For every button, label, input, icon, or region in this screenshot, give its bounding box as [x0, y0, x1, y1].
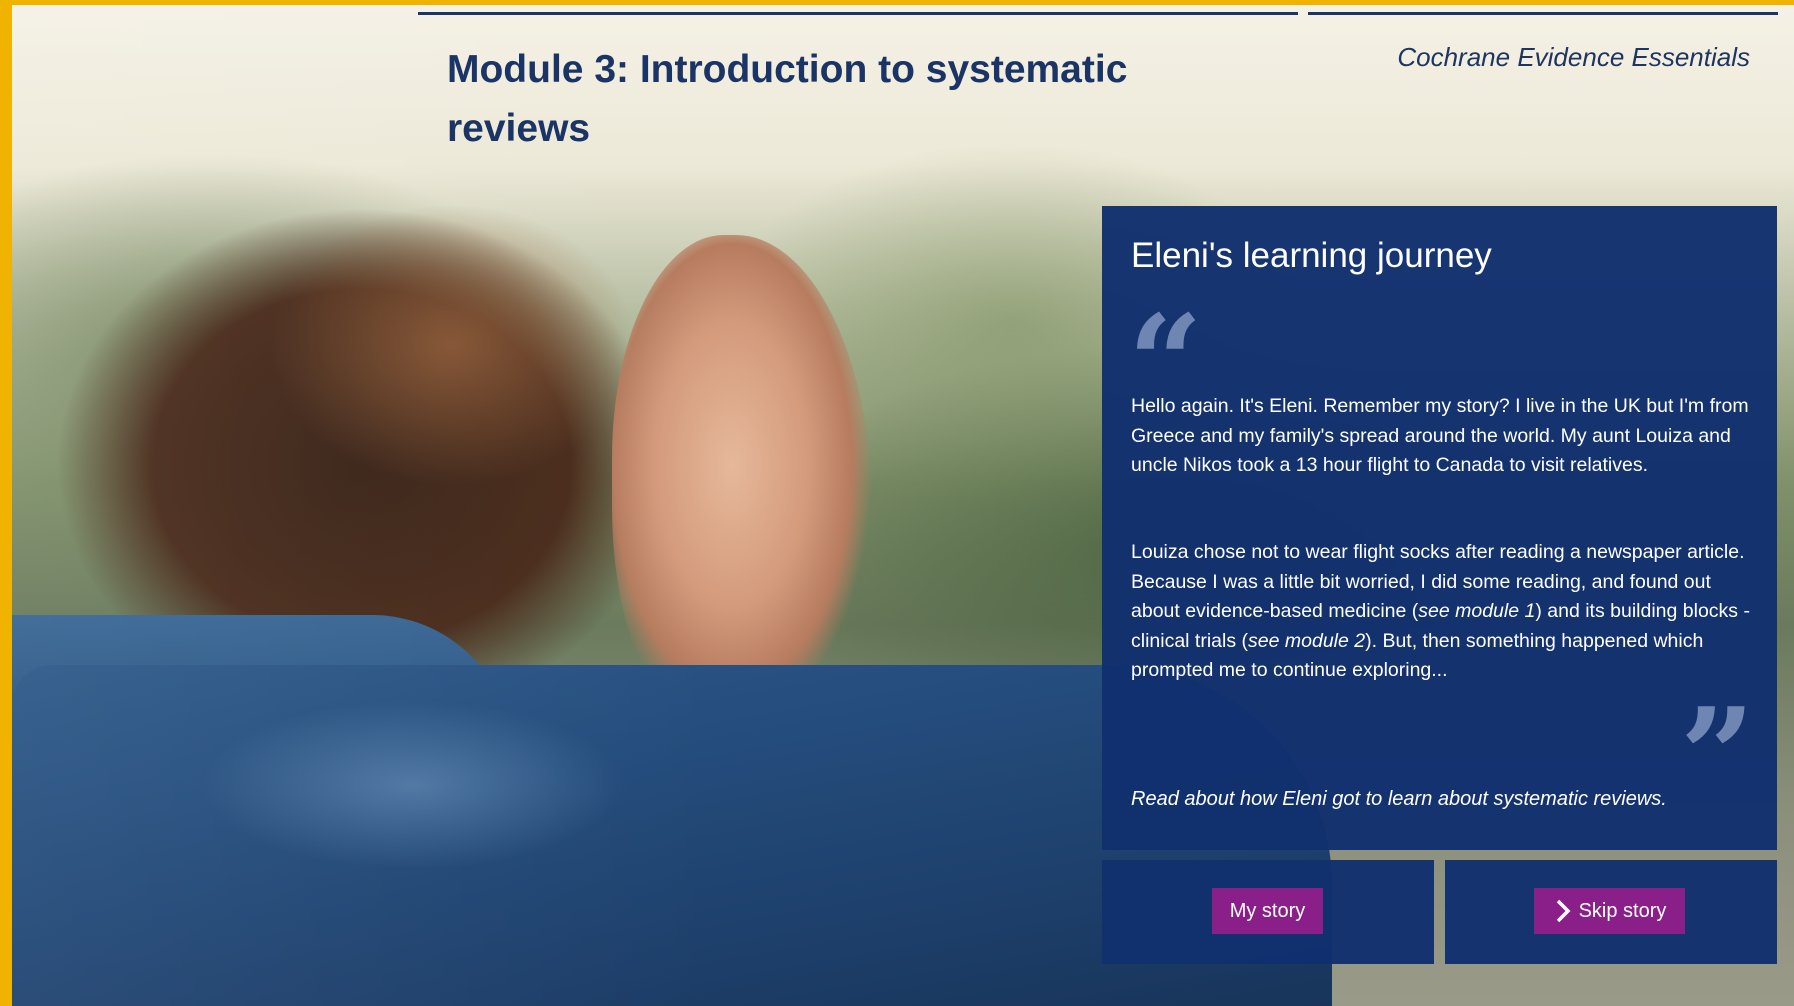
close-quote-icon: ” [1680, 679, 1755, 832]
story-panel: Eleni's learning journey “ Hello again. … [1102, 206, 1777, 850]
module-2-reference: see module 2 [1248, 629, 1366, 652]
my-story-container: My story [1102, 860, 1434, 964]
header-rule-left [418, 12, 1298, 15]
my-story-button[interactable]: My story [1212, 888, 1323, 934]
module-1-reference: see module 1 [1418, 600, 1536, 622]
header-rule-right [1308, 12, 1778, 15]
skip-story-container: Skip story [1445, 860, 1777, 964]
skip-story-button[interactable]: Skip story [1534, 888, 1685, 934]
course-name: Cochrane Evidence Essentials [1397, 42, 1750, 72]
story-paragraph-2: Louiza chose not to wear flight socks af… [1131, 538, 1751, 686]
my-story-label: My story [1229, 899, 1306, 922]
story-paragraph-1: Hello again. It's Eleni. Remember my sto… [1131, 395, 1749, 476]
frame-left-border [0, 0, 12, 1006]
story-footer: Read about how Eleni got to learn about … [1131, 788, 1667, 810]
skip-story-label: Skip story [1578, 899, 1667, 922]
module-title: Module 3: Introduction to systematic rev… [447, 48, 1128, 150]
story-heading: Eleni's learning journey [1131, 236, 1492, 275]
chevron-right-icon [1553, 899, 1573, 923]
